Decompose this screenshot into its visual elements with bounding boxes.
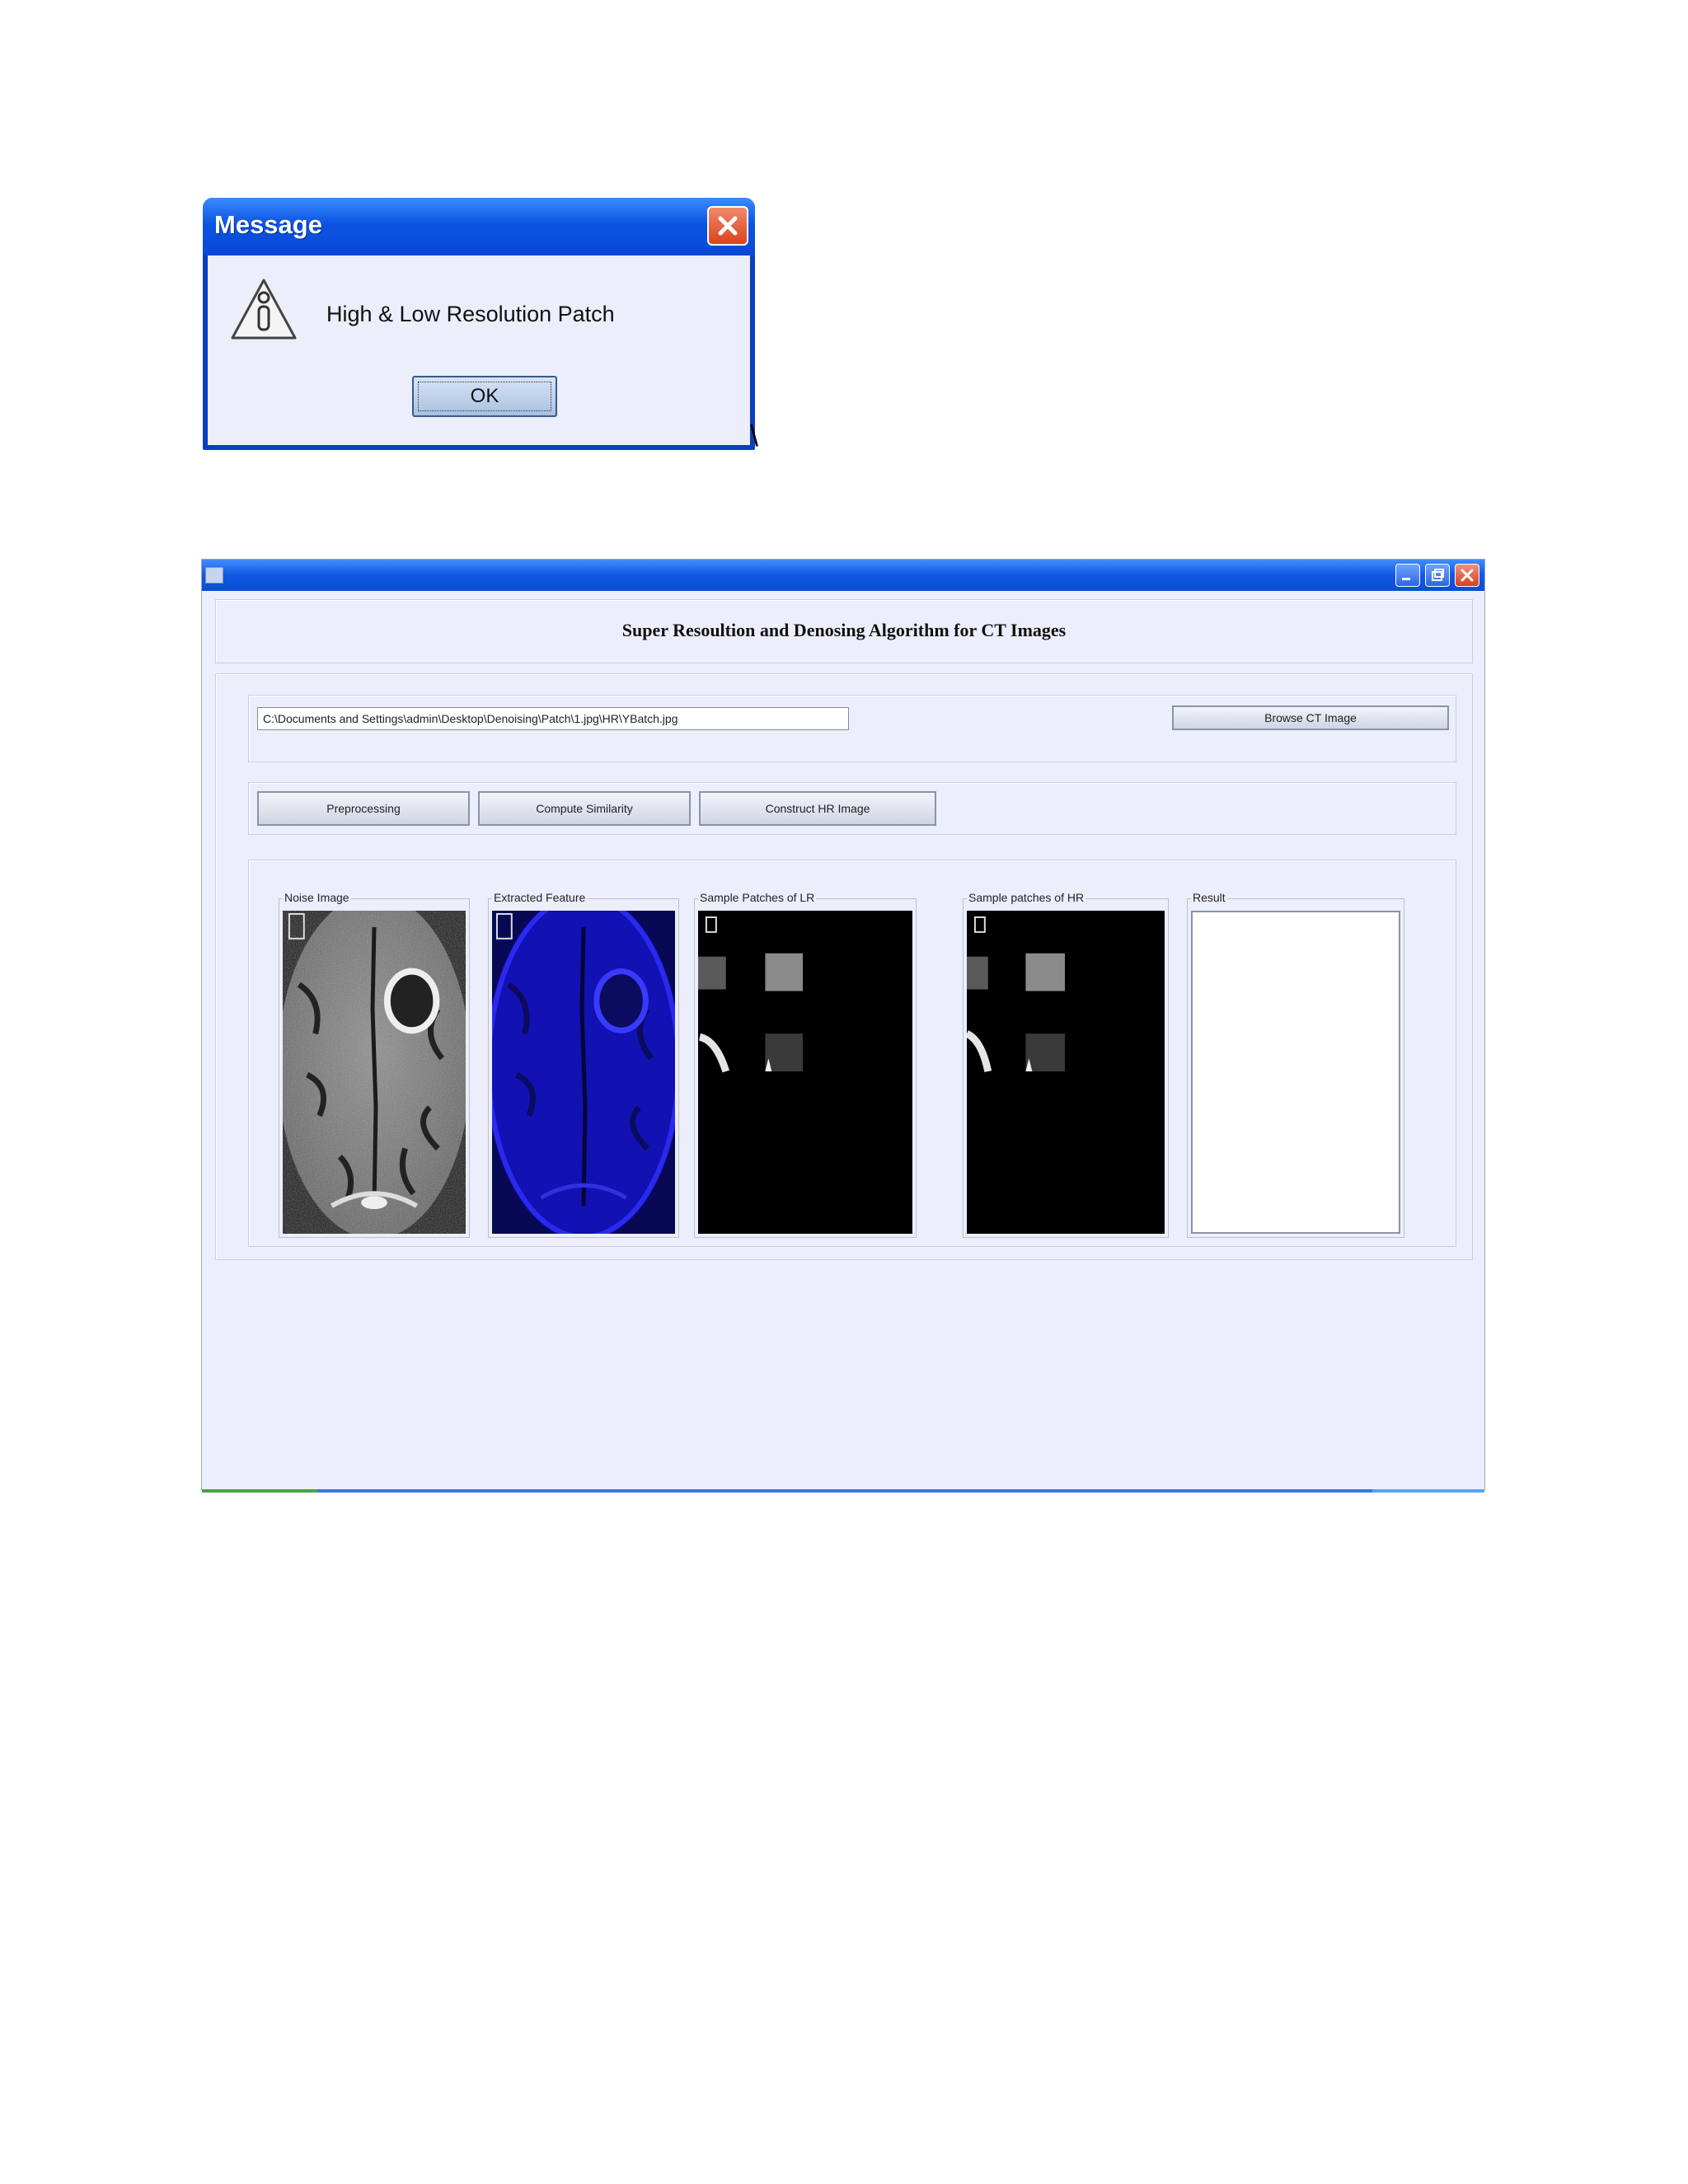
dialog-message: High & Low Resolution Patch (326, 302, 615, 326)
stray-backslash: \ (750, 419, 759, 452)
close-icon (1461, 569, 1474, 582)
message-dialog: Message High & Low Resolution Patch OK (203, 198, 755, 450)
window-titlebar[interactable] (202, 560, 1484, 591)
construct-hr-image-button[interactable]: Construct HR Image (699, 791, 936, 826)
hr-patches-label: Sample patches of HR (967, 891, 1086, 904)
lr-patches-group: Sample Patches of LR (694, 891, 917, 1238)
warning-icon (231, 279, 297, 340)
result-view (1191, 911, 1400, 1234)
lr-patches-image (698, 911, 912, 1234)
action-panel: Preprocessing Compute Similarity Constru… (248, 782, 1456, 835)
preprocessing-button[interactable]: Preprocessing (257, 791, 470, 826)
compute-similarity-button[interactable]: Compute Similarity (478, 791, 691, 826)
hr-patches-view (967, 911, 1165, 1234)
dialog-body: High & Low Resolution Patch OK (208, 255, 750, 445)
noise-ct-image (283, 911, 466, 1234)
noise-image-group: Noise Image (279, 891, 470, 1238)
lr-patches-label: Sample Patches of LR (698, 891, 817, 904)
noise-image-view (283, 911, 466, 1234)
dialog-titlebar[interactable]: Message (203, 198, 755, 255)
file-panel: C:\Documents and Settings\admin\Desktop\… (248, 695, 1456, 762)
ok-button[interactable]: OK (412, 376, 557, 417)
file-path-input[interactable]: C:\Documents and Settings\admin\Desktop\… (257, 707, 849, 730)
close-icon (718, 216, 738, 236)
result-label: Result (1191, 891, 1227, 904)
app-heading: Super Resoultion and Denosing Algorithm … (621, 620, 1067, 640)
browse-ct-image-button[interactable]: Browse CT Image (1172, 705, 1449, 730)
lr-patches-view (698, 911, 912, 1234)
images-panel: Noise Image Extracted Feature Sample Pat… (248, 860, 1456, 1247)
maximize-icon (1432, 569, 1444, 581)
extracted-feature-label: Extracted Feature (492, 891, 588, 904)
dialog-close-button[interactable] (707, 206, 748, 246)
extracted-feature-image (492, 911, 675, 1234)
header-panel: Super Resoultion and Denosing Algorithm … (215, 599, 1473, 663)
app-icon[interactable] (205, 567, 223, 583)
window-close-button[interactable] (1455, 564, 1479, 587)
focus-ring (418, 382, 551, 411)
minimize-icon (1402, 578, 1410, 580)
noise-image-label: Noise Image (283, 891, 351, 904)
hr-patches-group: Sample patches of HR (963, 891, 1169, 1238)
maximize-button[interactable] (1425, 564, 1450, 587)
main-window: Super Resoultion and Denosing Algorithm … (201, 559, 1485, 1493)
dialog-title: Message (214, 210, 322, 239)
minimize-button[interactable] (1395, 564, 1420, 587)
hr-patches-image (967, 911, 1165, 1234)
result-group: Result (1187, 891, 1404, 1238)
extracted-feature-group: Extracted Feature (488, 891, 679, 1238)
window-bottom-edge (202, 1489, 1484, 1493)
extracted-feature-view (492, 911, 675, 1234)
